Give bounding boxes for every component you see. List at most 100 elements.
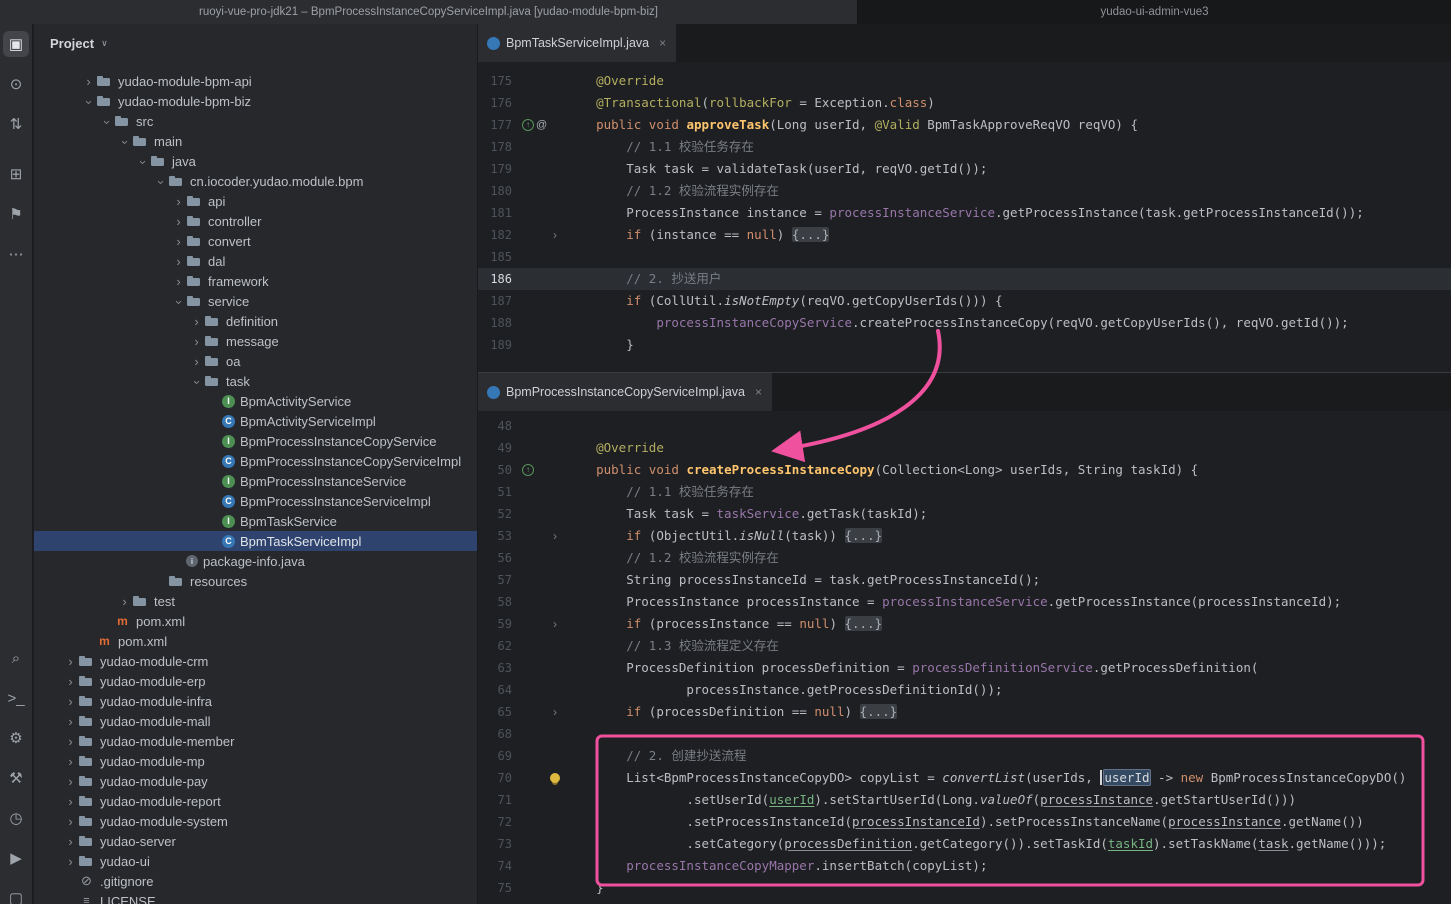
- chevron-icon[interactable]: ›: [189, 314, 204, 329]
- line-number[interactable]: 176: [478, 96, 514, 110]
- chevron-icon[interactable]: ›: [171, 274, 186, 289]
- line-number[interactable]: 189: [478, 338, 514, 352]
- line-number[interactable]: 48: [478, 419, 514, 433]
- chevron-icon[interactable]: ›: [63, 794, 78, 809]
- fold-icon[interactable]: ›: [544, 529, 566, 543]
- chevron-icon[interactable]: ›: [190, 374, 205, 389]
- code-line[interactable]: 180 // 1.2 校验流程实例存在: [478, 180, 1451, 202]
- override-gutter-icon[interactable]: ↑: [522, 119, 534, 131]
- structure-icon[interactable]: ⊞: [3, 161, 29, 187]
- override-gutter-icon[interactable]: ↑: [522, 464, 534, 476]
- tree-item[interactable]: ›yudao-module-crm: [34, 651, 477, 671]
- chevron-icon[interactable]: ›: [189, 334, 204, 349]
- tree-item[interactable]: IBpmProcessInstanceService: [34, 471, 477, 491]
- tree-item[interactable]: IBpmActivityService: [34, 391, 477, 411]
- close-icon[interactable]: ×: [659, 36, 666, 50]
- line-number[interactable]: 179: [478, 162, 514, 176]
- tree-item[interactable]: ›test: [34, 591, 477, 611]
- tree-item[interactable]: ›service: [34, 291, 477, 311]
- tree-item[interactable]: ›yudao-module-bpm-biz: [34, 91, 477, 111]
- line-number[interactable]: 71: [478, 793, 514, 807]
- tree-item[interactable]: ›yudao-module-bpm-api: [34, 71, 477, 91]
- chevron-icon[interactable]: ›: [63, 834, 78, 849]
- search-icon[interactable]: ⌕: [3, 645, 29, 671]
- chevron-icon[interactable]: ›: [81, 74, 96, 89]
- intention-bulb-icon[interactable]: [550, 773, 560, 783]
- line-number[interactable]: 180: [478, 184, 514, 198]
- code-line[interactable]: 62 // 1.3 校验流程定义存在: [478, 635, 1451, 657]
- tree-item[interactable]: CBpmTaskServiceImpl: [34, 531, 477, 551]
- tree-item[interactable]: ›cn.iocoder.yudao.module.bpm: [34, 171, 477, 191]
- tree-item[interactable]: ›yudao-module-mp: [34, 751, 477, 771]
- tab-bpm-process-instance-copy-service-impl[interactable]: BpmProcessInstanceCopyServiceImpl.java ×: [478, 373, 772, 411]
- code-line[interactable]: 48: [478, 415, 1451, 437]
- line-number[interactable]: 53: [478, 529, 514, 543]
- line-number[interactable]: 188: [478, 316, 514, 330]
- tree-item[interactable]: ≡LICENSE: [34, 891, 477, 904]
- chevron-icon[interactable]: ›: [63, 694, 78, 709]
- chevron-icon[interactable]: ›: [171, 254, 186, 269]
- code-line[interactable]: 70 List<BpmProcessInstanceCopyDO> copyLi…: [478, 767, 1451, 789]
- chevron-icon[interactable]: ›: [117, 594, 132, 609]
- tree-item[interactable]: ›api: [34, 191, 477, 211]
- code-line[interactable]: 182› if (instance == null) {...}: [478, 224, 1451, 246]
- code-line[interactable]: 51 // 1.1 校验任务存在: [478, 481, 1451, 503]
- line-number[interactable]: 182: [478, 228, 514, 242]
- project-icon[interactable]: ▣: [3, 31, 29, 57]
- tree-item[interactable]: ›oa: [34, 351, 477, 371]
- chevron-icon[interactable]: ›: [118, 134, 133, 149]
- tab-bpm-task-service-impl[interactable]: BpmTaskServiceImpl.java ×: [478, 24, 676, 62]
- chevron-icon[interactable]: ›: [63, 714, 78, 729]
- tree-item[interactable]: IBpmTaskService: [34, 511, 477, 531]
- code-line[interactable]: 71 .setUserId(userId).setStartUserId(Lon…: [478, 789, 1451, 811]
- tree-item[interactable]: ›yudao-ui: [34, 851, 477, 871]
- chevron-icon[interactable]: ›: [100, 114, 115, 129]
- tree-item[interactable]: ›controller: [34, 211, 477, 231]
- line-number[interactable]: 75: [478, 881, 514, 895]
- tree-item[interactable]: IBpmProcessInstanceCopyService: [34, 431, 477, 451]
- code-line[interactable]: 186 // 2. 抄送用户: [478, 268, 1451, 290]
- line-number[interactable]: 177: [478, 118, 514, 132]
- fold-icon[interactable]: ›: [544, 228, 566, 242]
- tree-item[interactable]: CBpmProcessInstanceServiceImpl: [34, 491, 477, 511]
- tree-item[interactable]: CBpmProcessInstanceCopyServiceImpl: [34, 451, 477, 471]
- line-number[interactable]: 70: [478, 771, 514, 785]
- code-line[interactable]: 189 }: [478, 334, 1451, 356]
- tree-item[interactable]: ›yudao-module-pay: [34, 771, 477, 791]
- line-number[interactable]: 50: [478, 463, 514, 477]
- line-number[interactable]: 64: [478, 683, 514, 697]
- chevron-icon[interactable]: ›: [171, 234, 186, 249]
- line-number[interactable]: 69: [478, 749, 514, 763]
- line-number[interactable]: 181: [478, 206, 514, 220]
- code-line[interactable]: 177↑@ public void approveTask(Long userI…: [478, 114, 1451, 136]
- line-number[interactable]: 62: [478, 639, 514, 653]
- line-number[interactable]: 63: [478, 661, 514, 675]
- tree-item[interactable]: ›yudao-module-erp: [34, 671, 477, 691]
- tree-item[interactable]: resources: [34, 571, 477, 591]
- chevron-icon[interactable]: ›: [63, 854, 78, 869]
- chevron-icon[interactable]: ›: [189, 354, 204, 369]
- commit-icon[interactable]: ⊙: [3, 71, 29, 97]
- line-number[interactable]: 178: [478, 140, 514, 154]
- chevron-icon[interactable]: ›: [171, 214, 186, 229]
- code-line[interactable]: 188 processInstanceCopyService.createPro…: [478, 312, 1451, 334]
- notifications-icon[interactable]: ▢: [3, 885, 29, 904]
- code-line[interactable]: 179 Task task = validateTask(userId, req…: [478, 158, 1451, 180]
- code-line[interactable]: 64 processInstance.getProcessDefinitionI…: [478, 679, 1451, 701]
- fold-icon[interactable]: ›: [544, 705, 566, 719]
- run-icon[interactable]: ▶: [3, 845, 29, 871]
- line-number[interactable]: 68: [478, 727, 514, 741]
- tree-item[interactable]: ›framework: [34, 271, 477, 291]
- line-number[interactable]: 51: [478, 485, 514, 499]
- code-line[interactable]: 68: [478, 723, 1451, 745]
- code-line[interactable]: 185: [478, 246, 1451, 268]
- chevron-icon[interactable]: ›: [171, 194, 186, 209]
- tree-item[interactable]: ›yudao-module-report: [34, 791, 477, 811]
- line-number[interactable]: 186: [478, 272, 514, 286]
- chevron-icon[interactable]: ›: [63, 674, 78, 689]
- chevron-icon[interactable]: ›: [63, 734, 78, 749]
- line-number[interactable]: 65: [478, 705, 514, 719]
- line-number[interactable]: 73: [478, 837, 514, 851]
- code-line[interactable]: 181 ProcessInstance instance = processIn…: [478, 202, 1451, 224]
- code-line[interactable]: 175 @Override: [478, 70, 1451, 92]
